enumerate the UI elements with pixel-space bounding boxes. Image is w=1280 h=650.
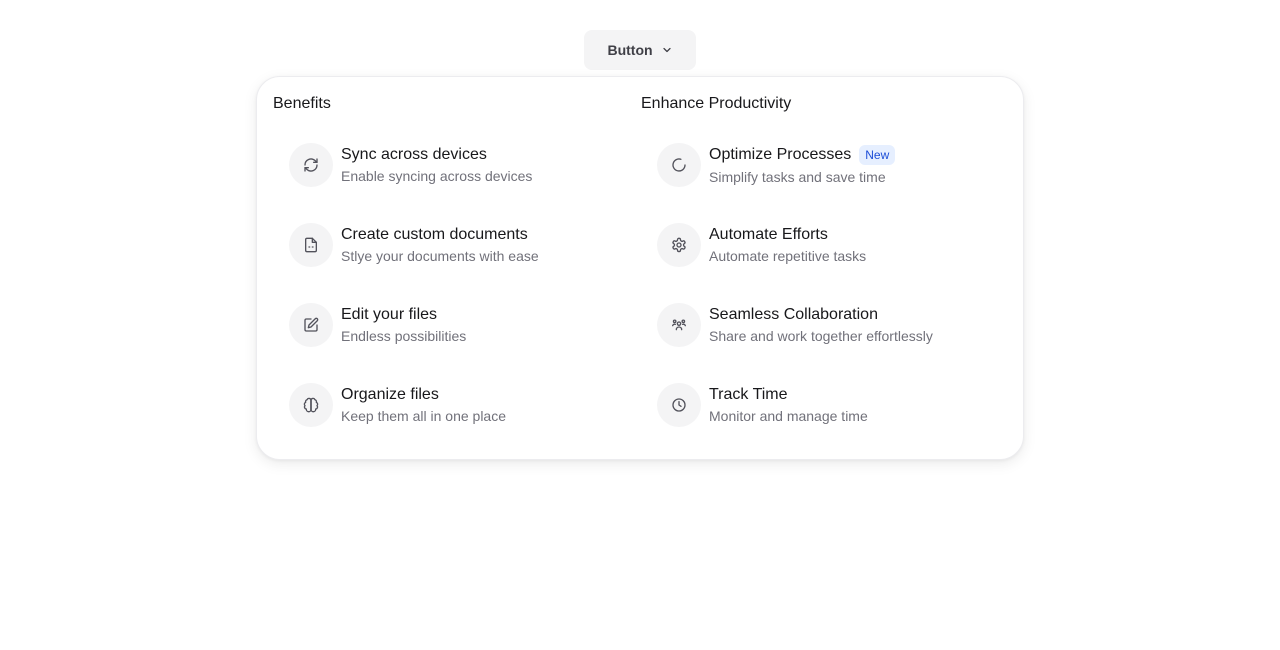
menu-item-create-custom-documents[interactable]: Create custom documents Stlye your docum… [289, 213, 639, 277]
brain-icon [289, 383, 333, 427]
menu-item-description: Automate repetitive tasks [709, 248, 867, 264]
menu-item-title: Create custom documents [341, 226, 528, 243]
dropdown-menu-panel: Benefits Sync across devices Enable sync… [256, 76, 1024, 460]
column-heading-enhance-productivity: Enhance Productivity [641, 95, 792, 112]
document-icon [289, 223, 333, 267]
menu-item-edit-your-files[interactable]: Edit your files Endless possibilities [289, 293, 639, 357]
menu-item-description: Endless possibilities [341, 328, 467, 344]
loader-icon [657, 143, 701, 187]
menu-item-organize-files[interactable]: Organize files Keep them all in one plac… [289, 373, 639, 437]
menu-item-title: Automate Efforts [709, 226, 828, 243]
dropdown-trigger-label: Button [607, 42, 653, 58]
settings-icon [657, 223, 701, 267]
chevron-down-icon [661, 44, 673, 56]
menu-item-description: Monitor and manage time [709, 408, 868, 424]
menu-item-seamless-collaboration[interactable]: Seamless Collaboration Share and work to… [657, 293, 1007, 357]
menu-item-description: Simplify tasks and save time [709, 169, 886, 185]
dropdown-trigger-button[interactable]: Button [584, 30, 696, 70]
menu-item-title: Seamless Collaboration [709, 306, 878, 323]
menu-item-automate-efforts[interactable]: Automate Efforts Automate repetitive tas… [657, 213, 1007, 277]
refresh-icon [289, 143, 333, 187]
column-heading-benefits: Benefits [273, 95, 331, 112]
menu-item-title: Sync across devices [341, 146, 487, 163]
menu-item-title: Edit your files [341, 306, 438, 323]
menu-item-sync-across-devices[interactable]: Sync across devices Enable syncing acros… [289, 133, 639, 197]
menu-item-optimize-processes[interactable]: Optimize Processes New Simplify tasks an… [657, 133, 1007, 197]
clock-icon [657, 383, 701, 427]
menu-item-title: Organize files [341, 386, 439, 403]
users-icon [657, 303, 701, 347]
menu-item-title: Optimize Processes [709, 146, 852, 163]
menu-item-description: Stlye your documents with ease [341, 248, 539, 264]
menu-item-description: Keep them all in one place [341, 408, 506, 424]
menu-item-track-time[interactable]: Track Time Monitor and manage time [657, 373, 1007, 437]
menu-item-description: Share and work together effortlessly [709, 328, 933, 344]
new-badge: New [859, 145, 896, 165]
menu-item-description: Enable syncing across devices [341, 168, 533, 184]
edit-icon [289, 303, 333, 347]
menu-item-title: Track Time [709, 386, 788, 403]
